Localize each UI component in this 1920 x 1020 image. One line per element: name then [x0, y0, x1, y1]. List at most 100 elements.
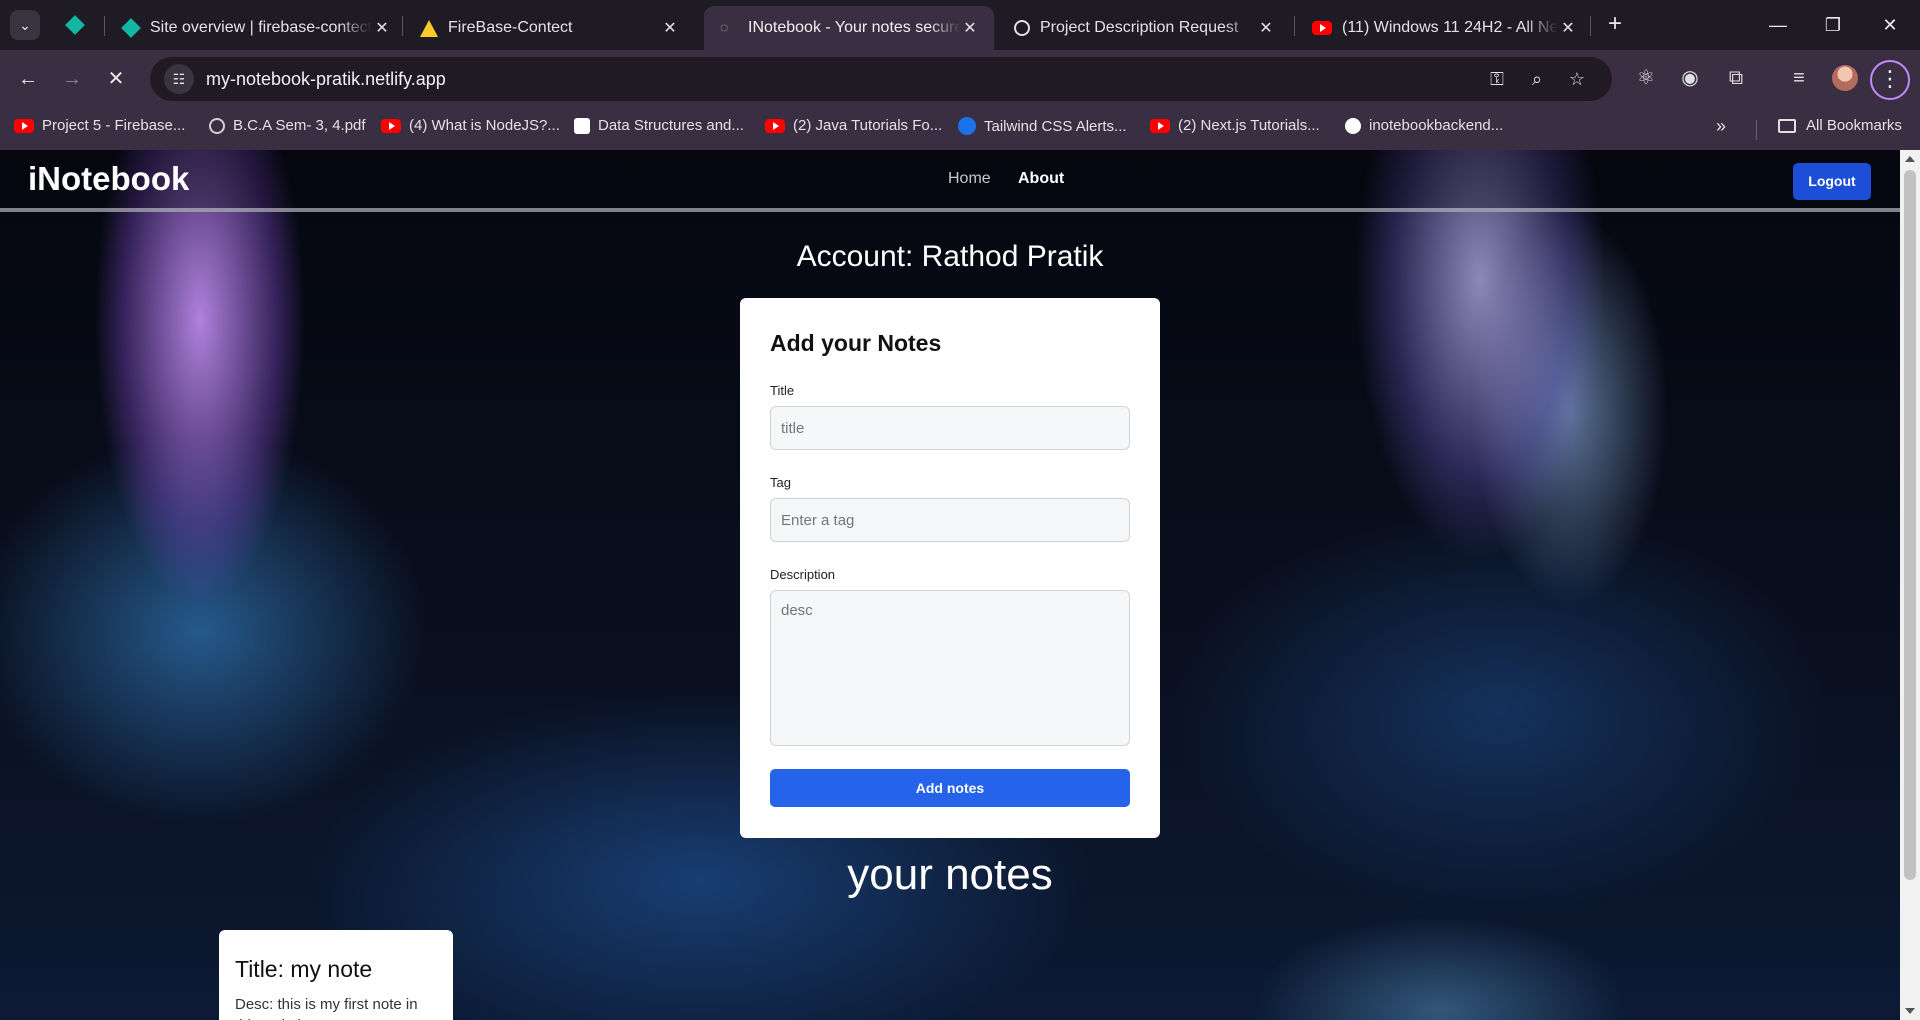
tag-label: Tag — [770, 475, 791, 490]
scrollbar-thumb[interactable] — [1904, 170, 1916, 880]
tab-close-icon[interactable]: ✕ — [660, 18, 680, 38]
zoom-icon[interactable]: ⌕ — [1522, 64, 1552, 94]
tab-separator — [1590, 16, 1591, 36]
bookmarks-separator — [1756, 120, 1757, 140]
browser-menu-icon[interactable]: ⋮ — [1870, 60, 1910, 100]
bookmark-item[interactable]: B.C.A Sem- 3, 4.pdf — [209, 117, 366, 134]
tab-strip: ⌄ Site overview | firebase-contect ✕ Fir… — [0, 0, 1920, 50]
profile-avatar[interactable] — [1832, 65, 1858, 91]
account-title: Account: Rathod Pratik — [796, 240, 1104, 273]
bookmark-item[interactable]: (2) Java Tutorials Fo... — [765, 117, 942, 134]
tab-close-icon[interactable]: ✕ — [960, 18, 980, 38]
youtube-logo-icon — [1150, 118, 1170, 133]
description-label: Description — [770, 567, 836, 582]
bookmarks-bar: Project 5 - Firebase... B.C.A Sem- 3, 4.… — [0, 108, 1920, 150]
note-title: Title: my note — [235, 956, 373, 982]
title-input[interactable] — [770, 406, 1130, 450]
restore-window-button[interactable]: ❐ — [1813, 10, 1853, 40]
new-tab-button[interactable]: + — [1600, 10, 1630, 40]
description-textarea[interactable] — [770, 590, 1130, 746]
minimize-window-button[interactable]: — — [1758, 10, 1798, 40]
logout-button[interactable]: Logout — [1793, 163, 1871, 200]
back-arrow-icon[interactable]: ← — [12, 63, 44, 95]
tab-separator — [402, 16, 403, 36]
bookmarks-overflow-icon[interactable]: » — [1716, 116, 1726, 137]
nav-about-link[interactable]: About — [1018, 170, 1064, 188]
nav-home-link[interactable]: Home — [948, 170, 991, 188]
note-description: Desc: this is my first note in this webs… — [235, 996, 418, 1020]
tab-title: Project Description Request — [1040, 19, 1239, 36]
bookmark-label: Data Structures and... — [598, 117, 744, 134]
tab-title: Site overview | firebase-contect — [150, 19, 372, 36]
firebase-flame-icon — [420, 19, 438, 37]
folder-icon — [1778, 118, 1796, 133]
tailwind-logo-icon — [958, 117, 976, 135]
pinned-tab-netlify[interactable] — [58, 12, 92, 38]
site-logo-icon — [574, 117, 590, 134]
netlify-logo-icon — [1345, 117, 1361, 134]
all-bookmarks-button[interactable]: All Bookmarks — [1778, 117, 1902, 134]
page-scrollbar[interactable] — [1900, 150, 1920, 1020]
title-label: Title — [770, 383, 795, 398]
react-devtools-icon[interactable]: ⚛ — [1631, 63, 1661, 93]
loading-spinner-icon: ◌ — [720, 19, 729, 35]
tab-site-overview[interactable]: Site overview | firebase-contect ✕ — [106, 6, 406, 50]
tab-close-icon[interactable]: ✕ — [1256, 18, 1276, 38]
bookmark-item[interactable]: (2) Next.js Tutorials... — [1150, 117, 1320, 134]
tag-input[interactable] — [770, 498, 1130, 542]
tab-separator — [1294, 16, 1295, 36]
tab-inotebook[interactable]: ◌ INotebook - Your notes secured ✕ — [704, 6, 994, 50]
forward-arrow-icon[interactable]: → — [56, 63, 88, 95]
bookmark-item[interactable]: Tailwind CSS Alerts... — [958, 117, 1127, 135]
add-notes-button[interactable]: Add notes — [770, 769, 1130, 807]
chatgpt-logo-icon — [1014, 20, 1030, 36]
bookmark-label: Project 5 - Firebase... — [42, 117, 186, 134]
tab-close-icon[interactable]: ✕ — [1558, 18, 1578, 38]
tab-firebase-contect[interactable]: FireBase-Contect ✕ — [404, 6, 694, 50]
netlify-diamond-icon — [65, 15, 85, 35]
tab-windows-11-video[interactable]: (11) Windows 11 24H2 - All New ✕ — [1296, 6, 1592, 50]
tab-separator — [104, 16, 105, 36]
bookmark-label: (4) What is NodeJS?... — [409, 117, 560, 134]
note-card[interactable]: Title: my note Desc: this is my first no… — [219, 930, 453, 1020]
address-bar[interactable]: ☷ my-notebook-pratik.netlify.app ⚿ ⌕ ☆ — [150, 57, 1612, 101]
brand-logo[interactable]: iNotebook — [28, 160, 189, 198]
bookmark-item[interactable]: inotebookbackend... — [1345, 117, 1503, 134]
tab-search-chevron-icon[interactable]: ⌄ — [10, 10, 40, 40]
add-note-form: Add your Notes Title Tag Description Add… — [740, 298, 1160, 838]
close-window-button[interactable]: ✕ — [1870, 10, 1910, 40]
notes-heading: your notes — [847, 850, 1053, 899]
youtube-logo-icon — [1312, 21, 1332, 35]
bookmark-label: B.C.A Sem- 3, 4.pdf — [233, 117, 366, 134]
globe-icon — [209, 117, 225, 134]
youtube-logo-icon — [765, 118, 785, 133]
all-bookmarks-label: All Bookmarks — [1806, 117, 1902, 134]
bookmark-item[interactable]: Data Structures and... — [574, 117, 744, 134]
extension-icon[interactable]: ◉ — [1675, 63, 1705, 93]
tab-project-description[interactable]: Project Description Request ✕ — [998, 6, 1290, 50]
scroll-up-arrow-icon[interactable] — [1905, 156, 1915, 162]
password-key-icon[interactable]: ⚿ — [1482, 64, 1512, 94]
bookmark-star-icon[interactable]: ☆ — [1562, 64, 1592, 94]
bookmark-label: inotebookbackend... — [1369, 117, 1504, 134]
form-heading: Add your Notes — [770, 330, 942, 356]
tab-title: FireBase-Contect — [448, 19, 573, 36]
tab-title: INotebook - Your notes secured — [748, 19, 960, 36]
url-text[interactable]: my-notebook-pratik.netlify.app — [206, 69, 446, 90]
extensions-puzzle-icon[interactable]: ⧉ — [1721, 63, 1751, 93]
youtube-logo-icon — [14, 118, 34, 133]
bookmark-item[interactable]: Project 5 - Firebase... — [14, 117, 185, 134]
bookmark-label: Tailwind CSS Alerts... — [984, 117, 1127, 135]
tab-title: (11) Windows 11 24H2 - All New — [1342, 19, 1558, 36]
netlify-diamond-icon — [121, 18, 141, 38]
page-viewport: iNotebook Home About Logout Account: Rat… — [0, 150, 1900, 1020]
scroll-down-arrow-icon[interactable] — [1905, 1008, 1915, 1014]
site-info-icon[interactable]: ☷ — [164, 64, 194, 94]
tab-close-icon[interactable]: ✕ — [372, 18, 392, 38]
app-navbar: iNotebook Home About Logout — [0, 150, 1900, 212]
bookmark-label: (2) Java Tutorials Fo... — [793, 117, 943, 134]
stop-loading-icon[interactable]: ✕ — [100, 63, 132, 95]
bookmark-label: (2) Next.js Tutorials... — [1178, 117, 1320, 134]
bookmark-item[interactable]: (4) What is NodeJS?... — [381, 117, 560, 134]
media-controls-icon[interactable]: ≡ — [1784, 63, 1814, 93]
